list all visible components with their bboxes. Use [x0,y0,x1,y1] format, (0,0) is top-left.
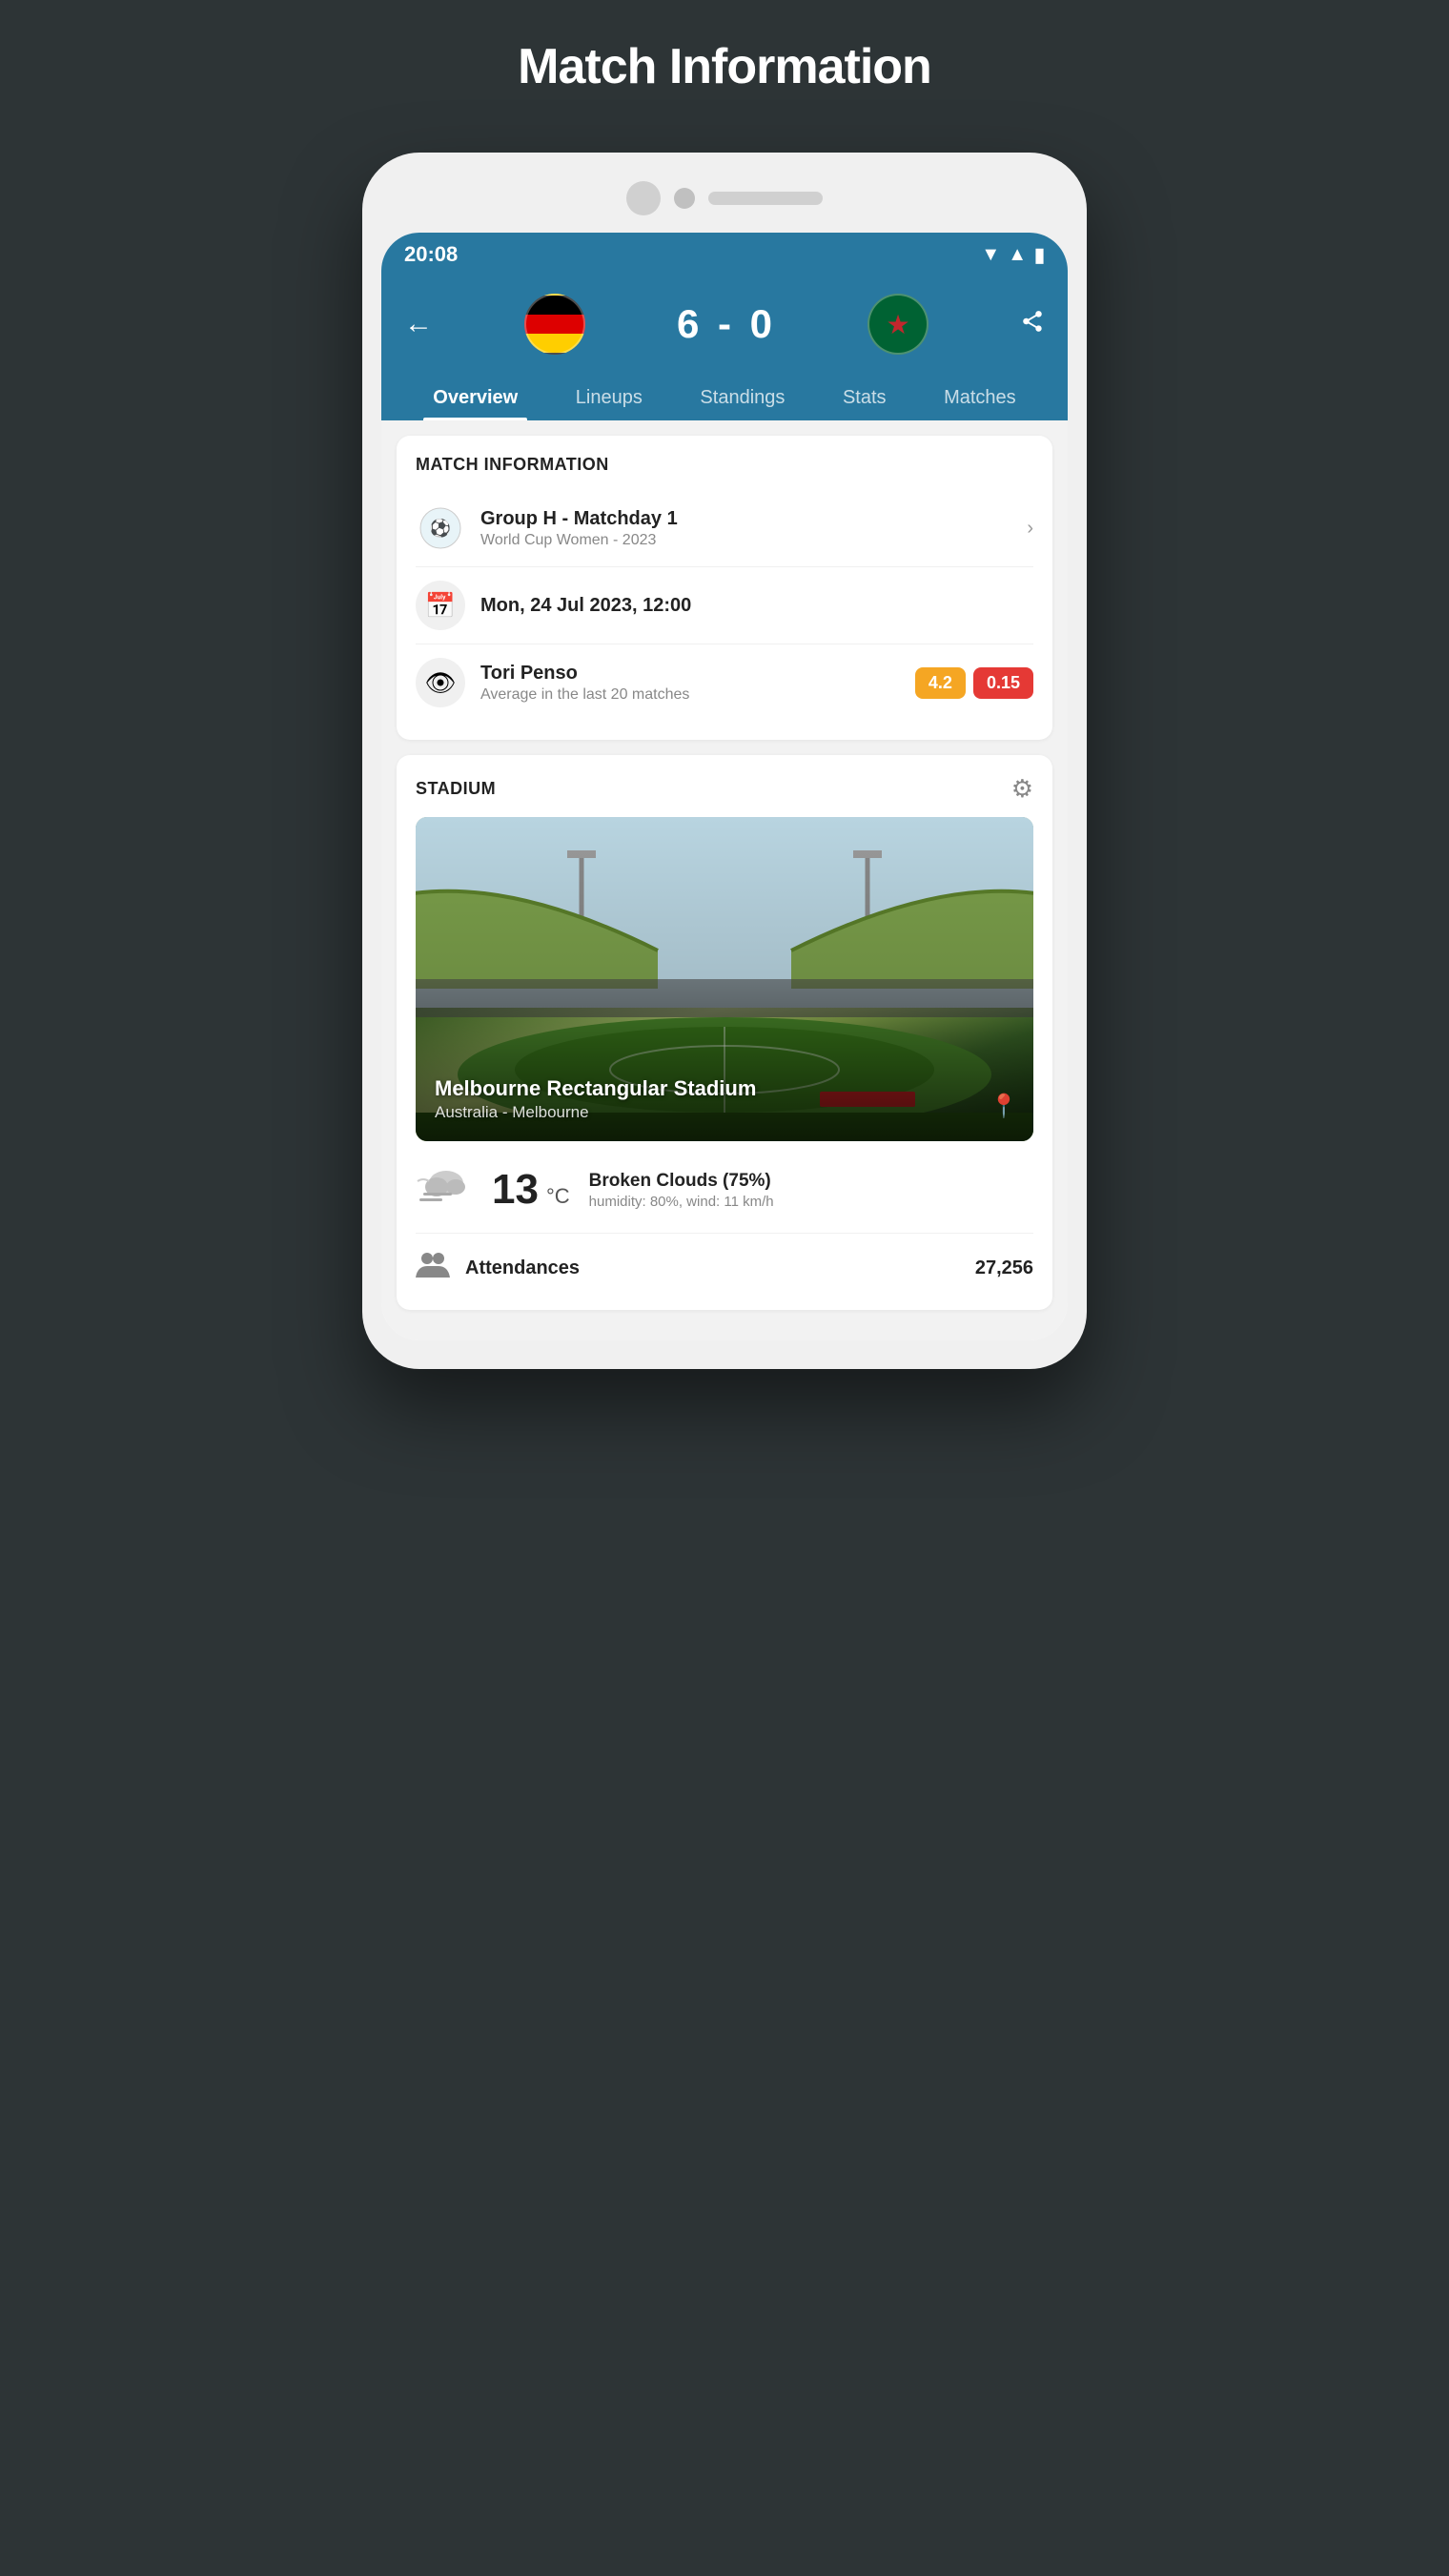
tab-stats[interactable]: Stats [833,374,896,420]
match-header: ← 6 - 0 Overview [381,276,1068,420]
speaker-dot [674,188,695,209]
people-icon [416,1249,450,1287]
competition-row[interactable]: ⚽ Group H - Matchday 1 World Cup Women -… [416,490,1033,567]
back-button[interactable]: ← [404,308,433,340]
tabs-row: Overview Lineups Standings Stats Matches [404,374,1045,420]
referee-icon: 👁 [416,658,465,707]
team1-flag [524,294,585,355]
weather-description: Broken Clouds (75%) humidity: 80%, wind:… [589,1171,1033,1210]
stadium-card: STADIUM ⚙ [397,755,1052,1310]
weather-temperature: 13 [492,1166,539,1214]
attendance-label: Attendances [465,1257,960,1279]
camera [626,181,661,215]
speaker-bar [708,192,823,205]
competition-arrow: › [1027,518,1033,540]
status-time: 20:08 [404,242,458,267]
competition-icon: ⚽ [416,503,465,553]
competition-text: Group H - Matchday 1 World Cup Women - 2… [480,508,1011,549]
attendances-icon [416,1249,450,1279]
referee-name: Tori Penso [480,663,900,685]
date-text: Mon, 24 Jul 2023, 12:00 [480,595,1033,617]
tab-standings[interactable]: Standings [690,374,794,420]
referee-row: 👁 Tori Penso Average in the last 20 matc… [416,644,1033,721]
match-info-card: MATCH INFORMATION ⚽ Group H - Matchday 1… [397,436,1052,740]
settings-button[interactable]: ⚙ [1011,774,1033,804]
battery-icon: ▮ [1034,243,1045,267]
referee-subtitle: Average in the last 20 matches [480,686,900,704]
status-bar: 20:08 ▼ ▲ ▮ [381,233,1068,276]
page-title: Match Information [518,38,931,95]
badge-red: 0.15 [973,667,1033,699]
phone-shell: 20:08 ▼ ▲ ▮ ← 6 - 0 [362,153,1087,1369]
location-pin-icon[interactable]: 📍 [990,1093,1018,1120]
tab-matches[interactable]: Matches [934,374,1026,420]
attendance-row: Attendances 27,256 [416,1234,1033,1291]
stadium-image: Melbourne Rectangular Stadium Australia … [416,817,1033,1141]
date-icon: 📅 [416,581,465,630]
match-score: 6 - 0 [677,301,776,347]
weather-icon [416,1160,473,1219]
stadium-location: Australia - Melbourne [435,1103,986,1122]
referee-text: Tori Penso Average in the last 20 matche… [480,663,900,704]
stadium-name: Melbourne Rectangular Stadium [435,1076,986,1101]
competition-primary: Group H - Matchday 1 [480,508,1011,530]
svg-text:⚽: ⚽ [429,518,451,538]
status-icons: ▼ ▲ ▮ [981,243,1045,267]
signal-icon: ▲ [1008,244,1027,266]
competition-secondary: World Cup Women - 2023 [480,532,1011,549]
date-row: 📅 Mon, 24 Jul 2023, 12:00 [416,567,1033,644]
share-button[interactable] [1020,309,1045,340]
stadium-title: STADIUM [416,779,496,799]
wifi-icon: ▼ [981,244,1000,266]
weather-unit: °C [546,1184,570,1209]
temperature-display: 13 °C [492,1166,570,1214]
weather-main-desc: Broken Clouds (75%) [589,1171,1033,1192]
weather-row: 13 °C Broken Clouds (75%) humidity: 80%,… [416,1141,1033,1234]
tab-overview[interactable]: Overview [423,374,527,420]
phone-screen: 20:08 ▼ ▲ ▮ ← 6 - 0 [381,233,1068,1340]
match-info-title: MATCH INFORMATION [416,455,1033,475]
badge-orange: 4.2 [915,667,966,699]
phone-top [381,181,1068,215]
stadium-info: Melbourne Rectangular Stadium Australia … [435,1076,986,1122]
stadium-header: STADIUM ⚙ [416,774,1033,804]
content-area: MATCH INFORMATION ⚽ Group H - Matchday 1… [381,420,1068,1340]
share-icon [1020,309,1045,334]
date-value: Mon, 24 Jul 2023, 12:00 [480,595,1033,617]
weather-cloud-icon [416,1160,473,1208]
match-score-row: ← 6 - 0 [404,294,1045,374]
competition-svg: ⚽ [419,507,461,549]
referee-badges: 4.2 0.15 [915,667,1033,699]
team2-flag [867,294,929,355]
weather-details: humidity: 80%, wind: 11 km/h [589,1194,1033,1210]
tab-lineups[interactable]: Lineups [566,374,652,420]
attendance-value: 27,256 [975,1257,1033,1279]
